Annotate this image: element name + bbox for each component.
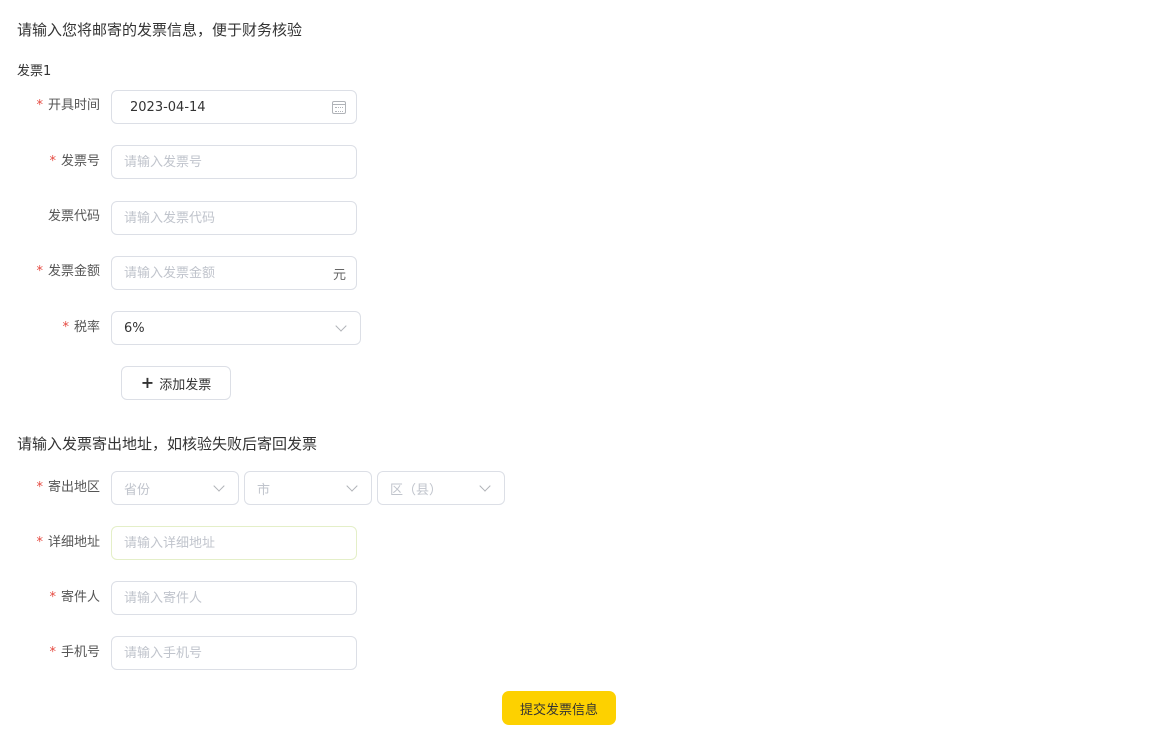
chevron-down-icon bbox=[479, 479, 491, 492]
required-mark: * bbox=[49, 154, 56, 169]
invoice-code-input[interactable] bbox=[124, 210, 346, 226]
chevron-down-icon bbox=[346, 479, 358, 492]
detail-address-field[interactable] bbox=[111, 526, 357, 560]
required-mark: * bbox=[49, 645, 56, 660]
amount-input[interactable] bbox=[124, 265, 327, 281]
amount-field[interactable]: 元 bbox=[111, 256, 357, 290]
submit-invoice-button[interactable]: 提交发票信息 bbox=[502, 691, 616, 725]
issue-date-label: * 开具时间 bbox=[36, 98, 100, 113]
required-mark: * bbox=[49, 590, 56, 605]
amount-unit: 元 bbox=[332, 267, 346, 283]
invoice-number-input[interactable] bbox=[124, 154, 346, 170]
issue-date-value: 2023-04-14 bbox=[130, 99, 206, 115]
province-placeholder: 省份 bbox=[124, 482, 151, 498]
province-select[interactable]: 省份 bbox=[111, 471, 239, 505]
add-invoice-button[interactable]: + 添加发票 bbox=[121, 366, 231, 400]
invoice-number-label: * 发票号 bbox=[49, 154, 100, 169]
district-placeholder: 区（县） bbox=[390, 482, 443, 498]
district-select[interactable]: 区（县） bbox=[377, 471, 505, 505]
required-mark: * bbox=[36, 480, 43, 495]
issue-date-picker[interactable]: 2023-04-14 bbox=[111, 90, 357, 124]
plus-icon: + bbox=[140, 373, 155, 392]
phone-label: * 手机号 bbox=[49, 645, 100, 660]
required-mark: * bbox=[36, 535, 43, 550]
phone-input[interactable] bbox=[124, 645, 346, 661]
add-invoice-label: 添加发票 bbox=[159, 377, 212, 393]
tax-rate-value: 6% bbox=[124, 320, 145, 336]
calendar-icon[interactable] bbox=[332, 100, 346, 114]
sender-input[interactable] bbox=[124, 590, 346, 606]
invoice-section-title: 请输入您将邮寄的发票信息，便于财务核验 bbox=[17, 21, 303, 39]
chevron-down-icon bbox=[335, 319, 347, 332]
tax-rate-select[interactable]: 6% bbox=[111, 311, 361, 345]
invoice-code-field[interactable] bbox=[111, 201, 357, 235]
detail-address-input[interactable] bbox=[124, 535, 346, 551]
invoice-code-label: 发票代码 bbox=[47, 209, 100, 224]
required-mark: * bbox=[62, 320, 69, 335]
required-mark: * bbox=[36, 264, 43, 279]
tax-rate-label: * 税率 bbox=[62, 320, 100, 335]
chevron-down-icon bbox=[213, 479, 225, 492]
region-label: * 寄出地区 bbox=[36, 480, 100, 495]
address-section-title: 请输入发票寄出地址，如核验失败后寄回发票 bbox=[17, 435, 318, 453]
amount-label: * 发票金额 bbox=[36, 264, 100, 279]
sender-field[interactable] bbox=[111, 581, 357, 615]
invoice-number-field[interactable] bbox=[111, 145, 357, 179]
required-mark: * bbox=[36, 98, 43, 113]
sender-label: * 寄件人 bbox=[49, 590, 100, 605]
detail-address-label: * 详细地址 bbox=[36, 535, 100, 550]
phone-field[interactable] bbox=[111, 636, 357, 670]
invoice-heading: 发票1 bbox=[17, 64, 52, 79]
city-select[interactable]: 市 bbox=[244, 471, 372, 505]
city-placeholder: 市 bbox=[257, 482, 271, 498]
